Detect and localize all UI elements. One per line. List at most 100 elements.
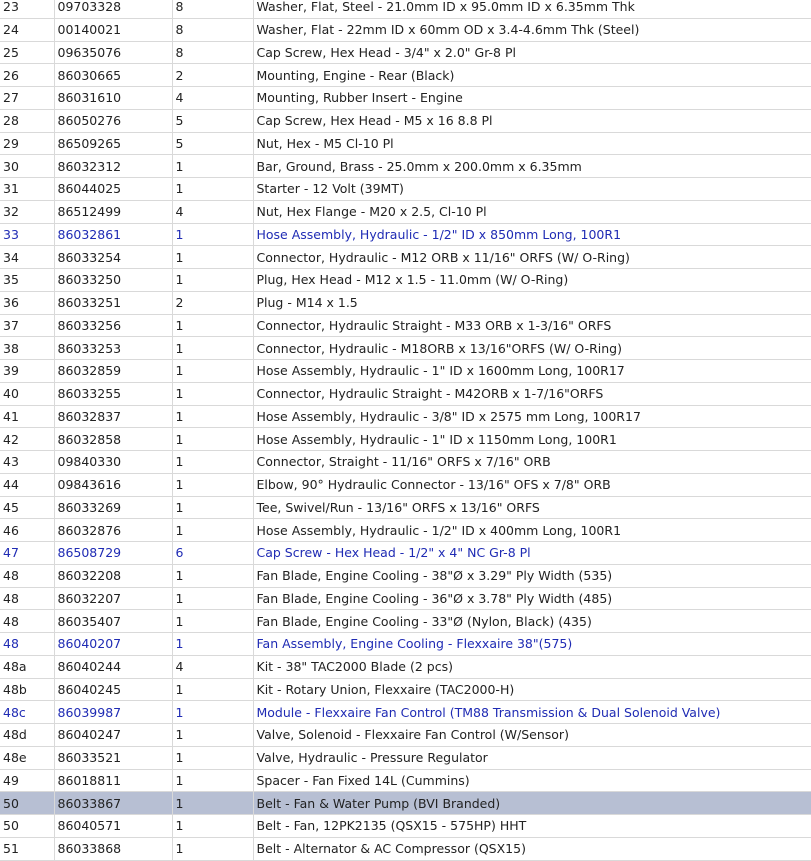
table-row[interactable]: 48 86040207 1 Fan Assembly, Engine Cooling … (0, 632, 811, 656)
description-cell: Hose Assembly, Hydraulic - 1/2" ID x 850… (253, 223, 811, 247)
quantity-cell: 1 (172, 314, 254, 338)
table-row[interactable]: 25 09635076 8 Cap Screw, Hex Head - 3/4" x … (0, 41, 811, 65)
item-number-cell: 50 (0, 814, 55, 838)
table-row[interactable]: 48 86032207 1 Fan Blade, Engine Cooling - 3… (0, 587, 811, 611)
part-number-cell: 00140021 (54, 18, 173, 42)
quantity-cell: 1 (172, 223, 254, 247)
table-row[interactable]: 45 86033269 1 Tee, Swivel/Run - 13/16" ORFS… (0, 496, 811, 520)
item-number-cell: 36 (0, 291, 55, 315)
table-row[interactable]: 33 86032861 1 Hose Assembly, Hydraulic - 1/… (0, 223, 811, 247)
item-number-cell: 48 (0, 632, 55, 656)
description-cell: Connector, Hydraulic Straight - M42ORB x… (253, 382, 811, 406)
description-cell: Belt - Alternator & AC Compressor (QSX15… (253, 837, 811, 861)
table-row[interactable]: 34 86033254 1 Connector, Hydraulic - M12 OR… (0, 245, 811, 269)
table-row[interactable]: 43 09840330 1 Connector, Straight - 11/16" … (0, 450, 811, 474)
table-row[interactable]: 50 86033867 1 Belt - Fan & Water Pump (BVI … (0, 791, 811, 815)
item-number-cell: 48 (0, 564, 55, 588)
table-row[interactable]: 23 09703328 8 Washer, Flat, Steel - 21.0mm … (0, 0, 811, 19)
description-cell: Connector, Hydraulic - M18ORB x 13/16"OR… (253, 336, 811, 360)
item-number-cell: 40 (0, 382, 55, 406)
item-number-cell: 47 (0, 541, 55, 565)
part-number-cell: 86039987 (54, 700, 173, 724)
table-row[interactable]: 35 86033250 1 Plug, Hex Head - M12 x 1.5 - … (0, 268, 811, 292)
table-row[interactable]: 31 86044025 1 Starter - 12 Volt (39MT) (0, 177, 811, 201)
item-number-cell: 35 (0, 268, 55, 292)
description-cell: Belt - Fan & Water Pump (BVI Branded) (253, 791, 811, 815)
table-row[interactable]: 42 86032858 1 Hose Assembly, Hydraulic - 1"… (0, 427, 811, 451)
description-cell: Cap Screw, Hex Head - 3/4" x 2.0" Gr-8 P… (253, 41, 811, 65)
table-row[interactable]: 50 86040571 1 Belt - Fan, 12PK2135 (QSX15 -… (0, 814, 811, 838)
item-number-cell: 41 (0, 405, 55, 429)
table-row[interactable]: 32 86512499 4 Nut, Hex Flange - M20 x 2.5, … (0, 200, 811, 224)
quantity-cell: 1 (172, 336, 254, 360)
part-number-cell: 86040247 (54, 723, 173, 747)
description-cell: Fan Assembly, Engine Cooling - Flexxaire… (253, 632, 811, 656)
item-number-cell: 26 (0, 63, 55, 87)
quantity-cell: 2 (172, 63, 254, 87)
quantity-cell: 2 (172, 291, 254, 315)
part-number-cell: 86509265 (54, 132, 173, 156)
table-row[interactable]: 26 86030665 2 Mounting, Engine - Rear (Blac… (0, 63, 811, 87)
table-row[interactable]: 29 86509265 5 Nut, Hex - M5 Cl-10 Pl (0, 132, 811, 156)
table-row[interactable]: 48b 86040245 1 Kit - Rotary Union, Flexxair… (0, 678, 811, 702)
table-row[interactable]: 48e 86033521 1 Valve, Hydraulic - Pressure … (0, 746, 811, 770)
part-number-cell: 86033867 (54, 791, 173, 815)
quantity-cell: 1 (172, 723, 254, 747)
table-row[interactable]: 48 86035407 1 Fan Blade, Engine Cooling - 3… (0, 609, 811, 633)
item-number-cell: 25 (0, 41, 55, 65)
description-cell: Plug - M14 x 1.5 (253, 291, 811, 315)
quantity-cell: 1 (172, 678, 254, 702)
item-number-cell: 42 (0, 427, 55, 451)
table-row[interactable]: 51 86033868 1 Belt - Alternator & AC Compre… (0, 837, 811, 861)
item-number-cell: 37 (0, 314, 55, 338)
part-number-cell: 86033253 (54, 336, 173, 360)
part-number-cell: 86032858 (54, 427, 173, 451)
quantity-cell: 5 (172, 132, 254, 156)
quantity-cell: 1 (172, 450, 254, 474)
quantity-cell: 1 (172, 837, 254, 861)
table-row[interactable]: 36 86033251 2 Plug - M14 x 1.5 (0, 291, 811, 315)
description-cell: Nut, Hex Flange - M20 x 2.5, Cl-10 Pl (253, 200, 811, 224)
table-row[interactable]: 48a 86040244 4 Kit - 38" TAC2000 Blade (2 p… (0, 655, 811, 679)
description-cell: Nut, Hex - M5 Cl-10 Pl (253, 132, 811, 156)
table-row[interactable]: 41 86032837 1 Hose Assembly, Hydraulic - 3/… (0, 405, 811, 429)
quantity-cell: 1 (172, 473, 254, 497)
table-row[interactable]: 37 86033256 1 Connector, Hydraulic Straight… (0, 314, 811, 338)
part-number-cell: 86050276 (54, 109, 173, 133)
table-row[interactable]: 30 86032312 1 Bar, Ground, Brass - 25.0mm x… (0, 154, 811, 178)
table-row[interactable]: 49 86018811 1 Spacer - Fan Fixed 14L (Cummi… (0, 769, 811, 793)
item-number-cell: 39 (0, 359, 55, 383)
item-number-cell: 48a (0, 655, 55, 679)
item-number-cell: 48d (0, 723, 55, 747)
part-number-cell: 09703328 (54, 0, 173, 19)
table-row[interactable]: 44 09843616 1 Elbow, 90° Hydraulic Connecto… (0, 473, 811, 497)
description-cell: Belt - Fan, 12PK2135 (QSX15 - 575HP) HHT (253, 814, 811, 838)
quantity-cell: 8 (172, 18, 254, 42)
item-number-cell: 48c (0, 700, 55, 724)
table-row[interactable]: 46 86032876 1 Hose Assembly, Hydraulic - 1/… (0, 518, 811, 542)
item-number-cell: 32 (0, 200, 55, 224)
table-row[interactable]: 28 86050276 5 Cap Screw, Hex Head - M5 x 16… (0, 109, 811, 133)
table-row[interactable]: 39 86032859 1 Hose Assembly, Hydraulic - 1"… (0, 359, 811, 383)
quantity-cell: 1 (172, 382, 254, 406)
parts-table-body: 23 09703328 8 Washer, Flat, Steel - 21.0mm … (0, 0, 811, 861)
quantity-cell: 1 (172, 405, 254, 429)
part-number-cell: 86032861 (54, 223, 173, 247)
table-row[interactable]: 47 86508729 6 Cap Screw - Hex Head - 1/2" x… (0, 541, 811, 565)
item-number-cell: 44 (0, 473, 55, 497)
description-cell: Tee, Swivel/Run - 13/16" ORFS x 13/16" O… (253, 496, 811, 520)
quantity-cell: 1 (172, 700, 254, 724)
table-row[interactable]: 48d 86040247 1 Valve, Solenoid - Flexxaire … (0, 723, 811, 747)
table-row[interactable]: 40 86033255 1 Connector, Hydraulic Straight… (0, 382, 811, 406)
description-cell: Valve, Solenoid - Flexxaire Fan Control … (253, 723, 811, 747)
table-row[interactable]: 48 86032208 1 Fan Blade, Engine Cooling - 3… (0, 564, 811, 588)
description-cell: Hose Assembly, Hydraulic - 1" ID x 1600m… (253, 359, 811, 383)
description-cell: Spacer - Fan Fixed 14L (Cummins) (253, 769, 811, 793)
item-number-cell: 30 (0, 154, 55, 178)
item-number-cell: 33 (0, 223, 55, 247)
table-row[interactable]: 38 86033253 1 Connector, Hydraulic - M18ORB… (0, 336, 811, 360)
table-row[interactable]: 24 00140021 8 Washer, Flat - 22mm ID x 60mm… (0, 18, 811, 42)
item-number-cell: 29 (0, 132, 55, 156)
table-row[interactable]: 48c 86039987 1 Module - Flexxaire Fan Contr… (0, 700, 811, 724)
table-row[interactable]: 27 86031610 4 Mounting, Rubber Insert - Eng… (0, 86, 811, 110)
